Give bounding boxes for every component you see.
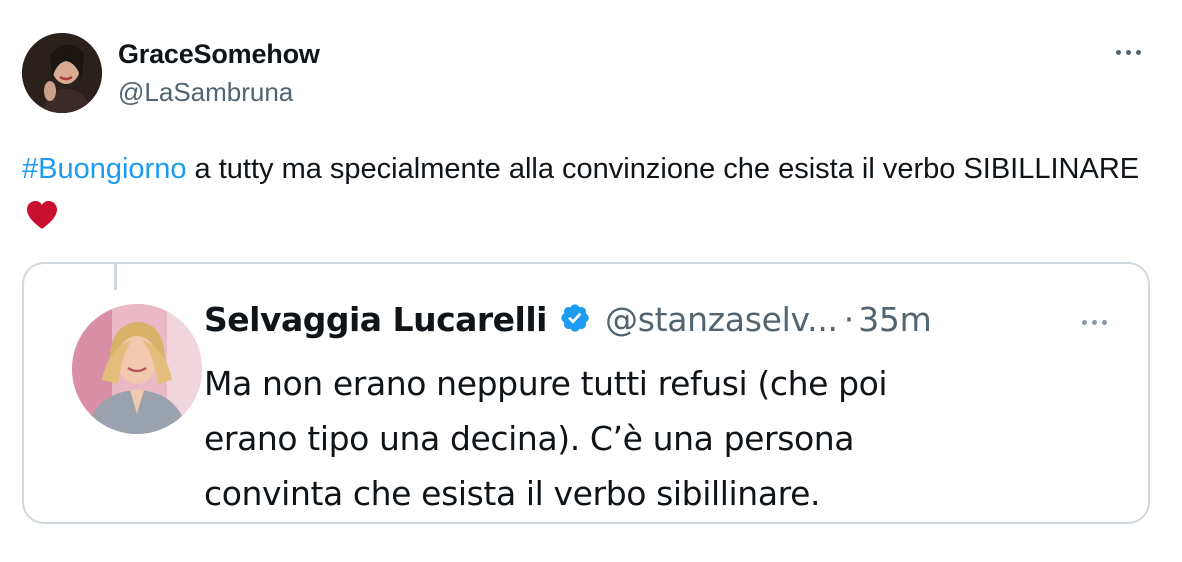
quoted-author-name[interactable]: Selvaggia Lucarelli: [204, 300, 548, 339]
quoted-text-line: convinta che esista il verbo sibillinare…: [204, 474, 821, 513]
more-options-icon: [1115, 49, 1141, 55]
quoted-author-handle[interactable]: @stanzaselv...: [605, 300, 838, 339]
quoted-tweet-text: Ma non erano neppure tutti refusi (che p…: [204, 356, 1104, 521]
quoted-avatar-photo-icon: [72, 304, 202, 434]
quoted-timestamp[interactable]: 35m: [858, 300, 932, 339]
more-options-button[interactable]: [1108, 40, 1148, 64]
quoted-author-avatar[interactable]: [72, 304, 202, 434]
tweet-body-text: a tutty ma specialmente alla convinzione…: [186, 153, 1140, 185]
author-avatar-photo-icon: [22, 33, 102, 113]
hashtag-link[interactable]: #Buongiorno: [22, 153, 186, 185]
author-avatar[interactable]: [22, 33, 102, 113]
quoted-more-options-button[interactable]: [1074, 312, 1114, 332]
quoted-tweet-card[interactable]: Selvaggia Lucarelli @stanzaselv... · 35m…: [22, 262, 1150, 524]
thread-connector-line: [114, 262, 117, 290]
red-heart-icon: [26, 198, 58, 245]
tweet-text: #Buongiorno a tutty ma specialmente alla…: [22, 146, 1142, 245]
verified-badge-icon: [559, 302, 591, 338]
quoted-text-line: Ma non erano neppure tutti refusi (che p…: [204, 364, 888, 403]
tweet-card[interactable]: GraceSomehow @LaSambruna #Buongiorno a t…: [0, 0, 1182, 562]
quoted-text-line: erano tipo una decina). C’è una persona: [204, 419, 855, 458]
more-options-icon: [1081, 319, 1107, 325]
header-separator: ·: [843, 300, 855, 339]
author-display-name[interactable]: GraceSomehow: [118, 38, 320, 70]
author-handle[interactable]: @LaSambruna: [118, 76, 320, 108]
